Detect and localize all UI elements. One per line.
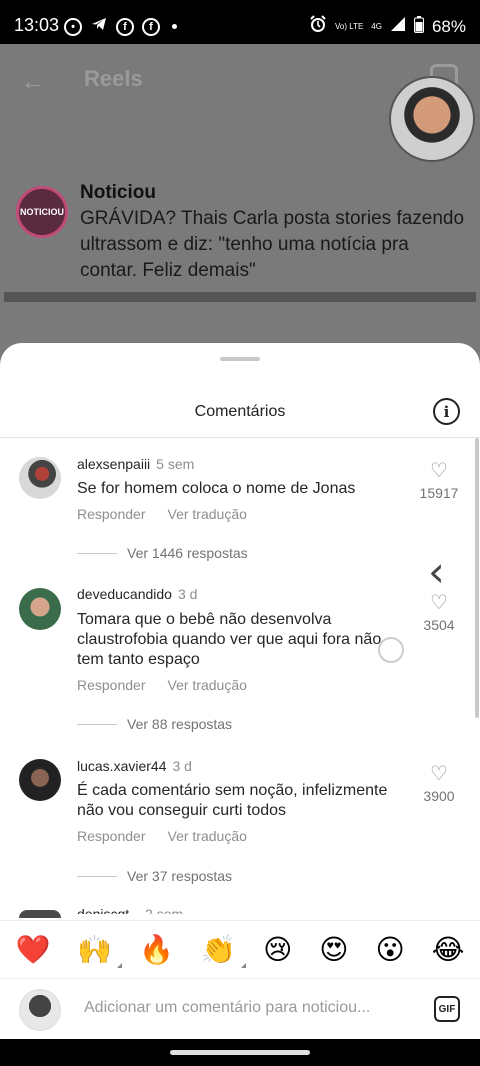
comment-username[interactable]: lucas.xavier44 xyxy=(77,758,167,774)
like-count: 3900 xyxy=(423,788,455,804)
like-control[interactable]: ♡ 15917 xyxy=(416,461,462,501)
comment-input[interactable] xyxy=(84,999,404,1017)
emoji-reaction-bar: ❤️ 🙌 🔥 👏 😢 😍 😮 😂 xyxy=(0,920,480,978)
comment-time: 3 d xyxy=(172,758,192,774)
translate-button[interactable]: Ver tradução xyxy=(168,828,247,844)
gif-button[interactable]: GIF xyxy=(434,996,460,1022)
comments-sheet: Comentários i alexsenpaiii 5 sem Se for h… xyxy=(0,343,480,1039)
notification-app-icon: • xyxy=(64,17,82,36)
info-icon[interactable]: i xyxy=(433,398,460,425)
translate-button[interactable]: Ver tradução xyxy=(168,506,247,522)
comment-time: 5 sem xyxy=(156,456,195,472)
touch-indicator xyxy=(378,637,404,663)
like-count: 3504 xyxy=(423,617,455,633)
post-caption: GRÁVIDA? Thais Carla posta stories fazen… xyxy=(80,208,465,281)
avatar[interactable] xyxy=(19,759,61,801)
like-control[interactable]: ♡ 3504 xyxy=(416,593,462,633)
clapping-emoji: 👏 xyxy=(201,933,237,966)
like-count: 15917 xyxy=(419,485,459,501)
comment-username[interactable]: deveducandido xyxy=(77,586,172,602)
raising-hands-emoji: 🙌 xyxy=(77,933,113,966)
signal-icon xyxy=(390,16,406,37)
facebook-icon: f xyxy=(116,17,134,36)
heart-eyes-emoji-button[interactable]: 😍 xyxy=(319,933,348,966)
comment-text: Tomara que o bebê não desenvolva claustr… xyxy=(77,611,382,668)
comment-actions: Responder Ver tradução xyxy=(77,828,247,844)
divider xyxy=(0,437,480,438)
comment-header: alexsenpaiii 5 sem xyxy=(77,456,194,472)
comment-username[interactable]: alexsenpaiii xyxy=(77,456,150,472)
avatar[interactable] xyxy=(19,457,61,499)
avatar[interactable] xyxy=(19,910,61,918)
comment-username[interactable]: deniscgt xyxy=(77,906,129,914)
comment-time: 3 d xyxy=(177,586,198,602)
sheet-drag-handle[interactable] xyxy=(220,357,260,361)
status-time: 13:03 xyxy=(14,15,60,35)
view-replies-button[interactable]: Ver 1446 respostas xyxy=(77,545,248,561)
view-replies-label: Ver 1446 respostas xyxy=(127,545,248,561)
background-strip xyxy=(4,292,476,302)
comment-header: deniscgt 2 sem xyxy=(77,906,183,914)
replies-line xyxy=(77,552,117,554)
surprised-emoji-button[interactable]: 😮 xyxy=(376,933,405,966)
fire-emoji-button[interactable]: 🔥 xyxy=(139,933,174,966)
view-replies-button[interactable]: Ver 88 respostas xyxy=(77,716,232,732)
home-gesture-bar[interactable] xyxy=(170,1050,310,1055)
comment-input-row: GIF xyxy=(0,978,480,1039)
skin-tone-indicator xyxy=(241,963,247,968)
account-avatar[interactable]: NOTICIOU xyxy=(16,186,68,238)
replies-line xyxy=(77,723,117,725)
chevron-left-icon[interactable]: ‹ xyxy=(428,547,445,596)
view-replies-button[interactable]: Ver 37 respostas xyxy=(77,868,232,884)
battery-icon xyxy=(413,15,424,38)
like-control[interactable]: ♡ 3900 xyxy=(416,764,462,804)
translate-button[interactable]: Ver tradução xyxy=(168,677,247,693)
reply-button[interactable]: Responder xyxy=(77,828,146,844)
heart-icon[interactable]: ♡ xyxy=(416,593,462,613)
more-notifications-icon xyxy=(172,24,177,29)
crying-emoji-button[interactable]: 😢 xyxy=(263,933,292,966)
heart-icon[interactable]: ♡ xyxy=(416,461,462,481)
volte-label: Vo) LTE xyxy=(334,21,364,31)
heart-icon[interactable]: ♡ xyxy=(416,764,462,784)
skin-tone-indicator xyxy=(117,963,123,968)
scrollbar[interactable] xyxy=(475,438,479,718)
reels-title: Reels xyxy=(84,66,143,91)
laughing-emoji-button[interactable]: 😂 xyxy=(432,933,465,966)
view-replies-label: Ver 88 respostas xyxy=(127,716,233,732)
alarm-icon xyxy=(309,15,327,38)
back-arrow-icon[interactable]: ← xyxy=(20,66,46,97)
telegram-icon xyxy=(90,15,108,38)
notification-icons: • f f xyxy=(64,15,177,38)
comment-time: 2 sem xyxy=(145,906,184,914)
reply-button[interactable]: Responder xyxy=(77,677,146,693)
comment-actions: Responder Ver tradução xyxy=(77,677,247,693)
avatar xyxy=(19,989,61,1031)
navigation-bar xyxy=(0,1039,480,1066)
replies-line xyxy=(77,875,117,877)
reply-button[interactable]: Responder xyxy=(77,506,146,522)
avatar[interactable] xyxy=(19,588,61,630)
sheet-title: Comentários xyxy=(194,403,286,420)
clapping-emoji-button[interactable]: 👏 xyxy=(201,933,247,968)
battery-percent: 68% xyxy=(431,16,466,36)
comment-header: deveducandido 3 d xyxy=(77,586,197,602)
view-replies-label: Ver 37 respostas xyxy=(127,868,233,884)
comment-text: É cada comentário sem noção, infelizment… xyxy=(77,782,388,819)
network-type-label: 4G xyxy=(371,21,382,31)
account-name[interactable]: Noticiou xyxy=(80,182,156,204)
pip-video-bubble[interactable] xyxy=(389,76,475,162)
facebook-icon: f xyxy=(142,17,160,36)
status-right: Vo) LTE 4G 68% xyxy=(309,15,466,38)
comment-actions: Responder Ver tradução xyxy=(77,506,247,522)
heart-emoji-button[interactable]: ❤️ xyxy=(16,933,51,966)
comment-header: lucas.xavier44 3 d xyxy=(77,758,192,774)
raising-hands-emoji-button[interactable]: 🙌 xyxy=(77,933,123,968)
comment-text: Se for homem coloca o nome de Jonas xyxy=(77,480,356,497)
